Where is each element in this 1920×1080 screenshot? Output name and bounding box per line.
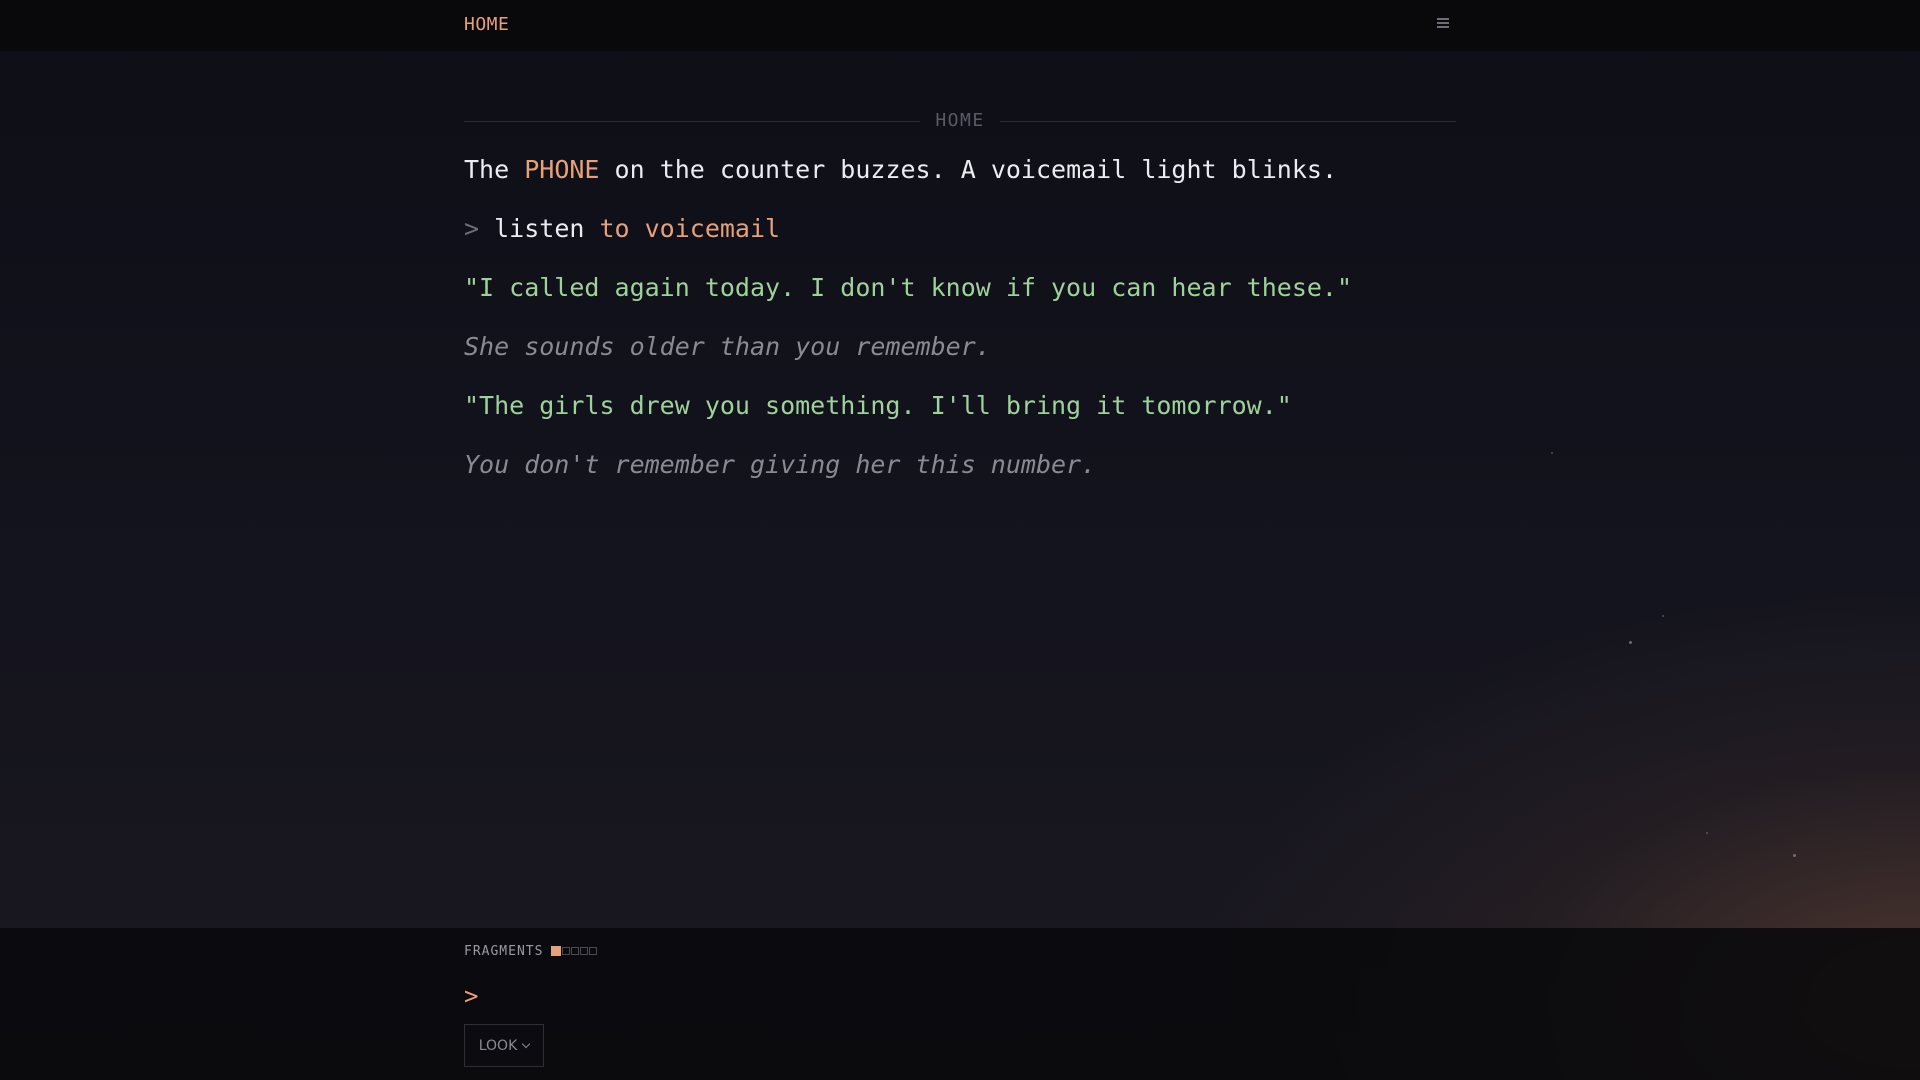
divider-right <box>1000 121 1456 122</box>
fragments-label: FRAGMENTS <box>464 944 544 959</box>
star <box>1629 641 1632 644</box>
look-button-label: LOOK <box>478 1037 518 1054</box>
fragment-empty <box>562 947 570 955</box>
hamburger-menu-icon[interactable] <box>1436 16 1450 30</box>
divider-left <box>464 121 920 122</box>
narration-line: She sounds older than you remember. <box>464 332 991 361</box>
fragments-progress <box>551 946 598 956</box>
fragment-empty <box>571 947 579 955</box>
fragment-empty <box>589 947 597 955</box>
top-bar: HOME <box>0 0 1920 51</box>
section-header: HOME <box>464 100 1456 144</box>
command-input[interactable] <box>492 984 1396 1014</box>
star <box>1706 832 1708 834</box>
text: on the counter buzzes. A voicemail light… <box>599 155 1337 184</box>
narration-line: You don't remember giving her this numbe… <box>464 450 1097 479</box>
chevron-down-icon <box>522 1039 531 1049</box>
narration-line: The PHONE on the counter buzzes. A voice… <box>464 155 1337 185</box>
prompt-symbol: > <box>464 214 495 243</box>
fragment-collected <box>551 946 561 956</box>
story-log: HOME The PHONE on the counter buzzes. A … <box>464 100 1456 479</box>
fragment-empty <box>580 947 588 955</box>
location-title: HOME <box>464 14 510 35</box>
text: The <box>464 155 525 184</box>
input-panel: FRAGMENTS > LOOK <box>0 928 1920 1080</box>
command-verb: listen <box>494 214 600 243</box>
star <box>1662 615 1664 617</box>
look-button[interactable]: LOOK <box>464 1024 544 1067</box>
dialogue-line: "The girls drew you something. I'll brin… <box>464 391 1292 420</box>
command-object: to voicemail <box>599 214 781 243</box>
star <box>1551 452 1553 454</box>
input-prompt: > <box>464 982 479 1010</box>
star <box>1793 854 1796 857</box>
highlighted-object: PHONE <box>524 155 600 184</box>
dialogue-line: "I called again today. I don't know if y… <box>464 273 1353 302</box>
section-label: HOME <box>935 110 985 131</box>
command-echo: > listen to voicemail <box>464 214 780 244</box>
